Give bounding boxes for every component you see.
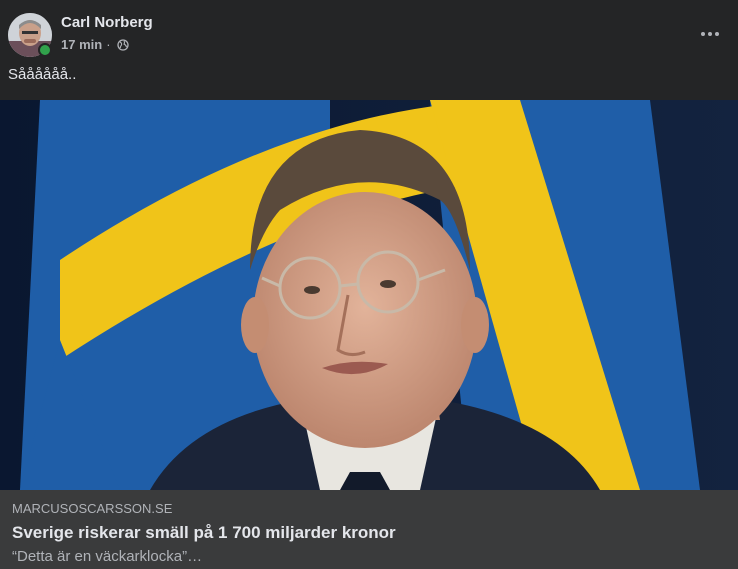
photo-illustration [0,100,738,490]
link-preview-image[interactable] [0,100,738,490]
link-domain: MARCUSOSCARSSON.SE [12,501,173,516]
feed-post: Carl Norberg 17 min · Såååååå.. MARCUSOS… [0,0,738,569]
globe-icon[interactable] [116,38,129,51]
post-meta: 17 min · [61,37,129,52]
more-horizontal-icon [701,32,719,36]
post-options-button[interactable] [692,20,728,48]
author-name[interactable]: Carl Norberg [61,14,153,31]
link-title[interactable]: Sverige riskerar smäll på 1 700 miljarde… [12,523,396,543]
online-status-dot [38,43,52,57]
link-preview-card[interactable]: MARCUSOSCARSSON.SE Sverige riskerar smäl… [0,490,738,569]
post-header: Carl Norberg 17 min · [0,0,738,66]
post-timestamp[interactable]: 17 min [61,37,102,52]
post-text: Såååååå.. [8,66,77,83]
link-description: “Detta är en väckarklocka”… [12,548,203,565]
meta-separator: · [106,37,111,52]
